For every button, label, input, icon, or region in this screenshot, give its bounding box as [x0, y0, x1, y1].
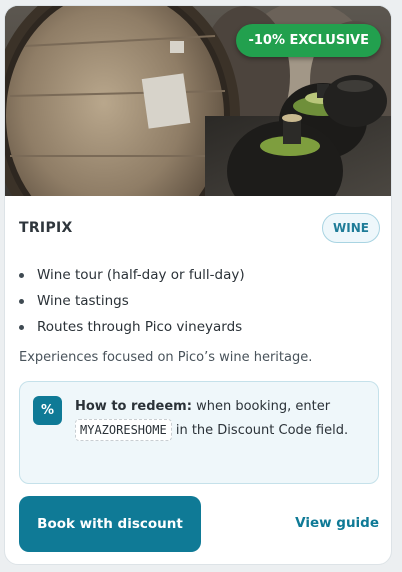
- category-tag: WINE: [322, 213, 380, 243]
- hero-image-wine-barrels: -10% EXCLUSIVE: [5, 6, 391, 196]
- list-item-text: Routes through Pico vineyards: [37, 319, 243, 335]
- list-item: Wine tastings: [19, 288, 245, 314]
- list-item-text: Wine tastings: [37, 293, 129, 309]
- percent-icon: %: [33, 396, 62, 425]
- redeem-text-before: when booking, enter: [196, 399, 331, 414]
- discount-code[interactable]: MYAZORESHOME: [75, 419, 172, 441]
- list-item: Routes through Pico vineyards: [19, 314, 245, 340]
- partner-card: -10% EXCLUSIVE TRIPIX WINE Wine tour (ha…: [4, 5, 392, 565]
- bullet-icon: [19, 298, 24, 304]
- bullet-icon: [19, 324, 24, 330]
- offer-list: Wine tour (half-day or full-day) Wine ta…: [19, 262, 245, 340]
- redeem-text-after: in the Discount Code field.: [175, 423, 349, 438]
- redeem-instructions: How to redeem: when booking, enter MYAZO…: [75, 395, 371, 443]
- exclusive-discount-badge: -10% EXCLUSIVE: [236, 24, 381, 57]
- list-item-text: Wine tour (half-day or full-day): [37, 267, 245, 283]
- list-item: Wine tour (half-day or full-day): [19, 262, 245, 288]
- redeem-label: How to redeem:: [75, 399, 192, 414]
- partner-title: TRIPIX: [19, 220, 73, 236]
- book-with-discount-button[interactable]: Book with discount: [19, 496, 201, 552]
- partner-description: Experiences focused on Pico’s wine herit…: [19, 350, 313, 365]
- redeem-box: % How to redeem: when booking, enter MYA…: [19, 381, 379, 484]
- bullet-icon: [19, 272, 24, 278]
- view-guide-link[interactable]: View guide: [295, 515, 379, 531]
